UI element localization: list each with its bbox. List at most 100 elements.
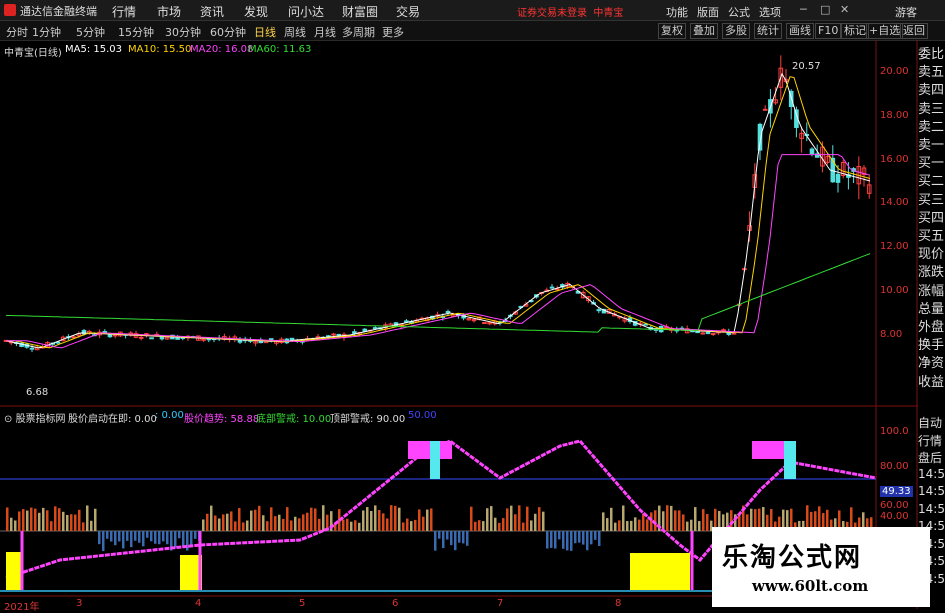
- menu-function[interactable]: 功能: [666, 4, 688, 20]
- menu-ask[interactable]: 问小达: [288, 3, 324, 20]
- btn-multistock[interactable]: 多股: [722, 23, 750, 39]
- indicator-bar: [410, 521, 413, 531]
- btn-f10[interactable]: F10: [815, 23, 842, 39]
- candle-body: [133, 333, 139, 338]
- login-notice[interactable]: 证券交易未登录 中青宝: [517, 4, 623, 19]
- tf-multi[interactable]: 多周期: [342, 24, 375, 40]
- indicator-bar: [406, 518, 409, 531]
- ind-mid: 50.00: [408, 410, 437, 421]
- indicator-bar: [6, 507, 9, 531]
- indicator-bar: [578, 531, 581, 543]
- tf-30min[interactable]: 30分钟: [165, 24, 201, 40]
- candle-body: [242, 338, 248, 342]
- btn-overlay[interactable]: 叠加: [690, 23, 718, 39]
- candle-body: [24, 343, 30, 348]
- indicator-bar: [354, 520, 357, 531]
- ind-start: 股价启动在即: 0.00: [68, 414, 157, 425]
- menu-options[interactable]: 选项: [759, 4, 781, 20]
- candle-body: [341, 333, 347, 339]
- candle-body: [846, 174, 851, 178]
- btn-mark[interactable]: 标记: [841, 23, 869, 39]
- tf-15min[interactable]: 15分钟: [118, 24, 154, 40]
- menu-layout[interactable]: 版面: [697, 4, 719, 20]
- indicator-bar: [254, 509, 257, 531]
- indicator-bar: [554, 531, 557, 549]
- candle-body: [336, 333, 342, 338]
- candle-body: [440, 315, 446, 318]
- indicator-bar: [234, 521, 237, 531]
- candle-body: [138, 336, 144, 339]
- tf-1min[interactable]: 1分钟: [32, 24, 61, 40]
- candle-body: [627, 317, 633, 323]
- indicator-bar: [326, 514, 329, 531]
- candle-body: [461, 314, 466, 319]
- menu-formula[interactable]: 公式: [728, 4, 750, 20]
- menu-discover[interactable]: 发现: [244, 3, 268, 20]
- tf-intraday[interactable]: 分时: [6, 24, 28, 40]
- btn-add-watchlist[interactable]: +自选: [866, 23, 904, 39]
- menu-market[interactable]: 市场: [157, 3, 181, 20]
- tf-daily[interactable]: 日线: [254, 24, 276, 40]
- indicator-bar: [558, 531, 561, 540]
- candle-body: [648, 326, 654, 331]
- indicator-bar: [590, 531, 593, 545]
- candle-body: [289, 337, 295, 341]
- candle-body: [201, 338, 206, 341]
- btn-stats[interactable]: 统计: [754, 23, 782, 39]
- indicator-bar: [126, 531, 129, 541]
- candle-body: [445, 311, 451, 314]
- indicator-bar: [174, 531, 177, 548]
- y-tick: 20.00: [880, 66, 909, 77]
- tf-60min[interactable]: 60分钟: [210, 24, 246, 40]
- btn-adjust[interactable]: 复权: [658, 23, 686, 39]
- ind-aux: : 0.00: [155, 410, 184, 421]
- menu-trade[interactable]: 交易: [396, 3, 420, 20]
- indicator-bar: [306, 512, 309, 531]
- indicator-bar: [422, 516, 425, 531]
- candle-body: [50, 342, 56, 345]
- indicator-bar: [638, 519, 641, 531]
- indicator-bar: [614, 522, 617, 531]
- candle-body: [227, 337, 232, 340]
- indicator-bar: [226, 513, 229, 531]
- btn-back[interactable]: 返回: [900, 23, 928, 39]
- candle-body: [185, 335, 191, 339]
- candle-body: [190, 336, 196, 339]
- close-icon[interactable]: ✕: [840, 3, 849, 16]
- user-label[interactable]: 游客: [895, 4, 917, 20]
- candle-body: [814, 153, 820, 158]
- candle-body: [783, 79, 789, 82]
- maximize-icon[interactable]: □: [820, 3, 830, 16]
- candle-body: [398, 324, 404, 327]
- indicator-bar: [438, 531, 441, 539]
- indicator-bar: [570, 531, 573, 551]
- candle-body: [378, 327, 383, 330]
- indicator-bar: [350, 521, 353, 531]
- ma60-label: MA60: 11.63: [248, 44, 312, 55]
- signal-block: [408, 441, 430, 459]
- minimize-icon[interactable]: ─: [800, 3, 807, 16]
- y-tick: 12.00: [880, 241, 909, 252]
- quote-field-label: 净资: [918, 356, 945, 372]
- indicator-bar: [46, 510, 49, 531]
- btn-draw[interactable]: 画线: [786, 23, 814, 39]
- date-label: 2021年: [4, 602, 40, 613]
- tf-monthly[interactable]: 月线: [314, 24, 336, 40]
- indicator-bar: [94, 508, 97, 531]
- candle-body: [284, 338, 290, 344]
- quote-field-label: 卖五: [918, 65, 945, 81]
- quote-field-label: 卖三: [918, 101, 945, 117]
- candle-body: [684, 328, 690, 334]
- tf-more[interactable]: 更多: [382, 24, 404, 40]
- candle-body: [175, 335, 180, 340]
- menu-news[interactable]: 资讯: [200, 3, 224, 20]
- tf-5min[interactable]: 5分钟: [76, 24, 105, 40]
- tf-weekly[interactable]: 周线: [284, 24, 306, 40]
- indicator-bar: [594, 531, 597, 540]
- menu-quotes[interactable]: 行情: [112, 3, 136, 20]
- ind-bottom: 底部警戒: 10.00: [256, 414, 332, 425]
- menu-wealth[interactable]: 财富圈: [342, 3, 378, 20]
- indicator-bar: [250, 510, 253, 531]
- candle-body: [534, 294, 539, 298]
- y-tick: 8.00: [880, 329, 903, 340]
